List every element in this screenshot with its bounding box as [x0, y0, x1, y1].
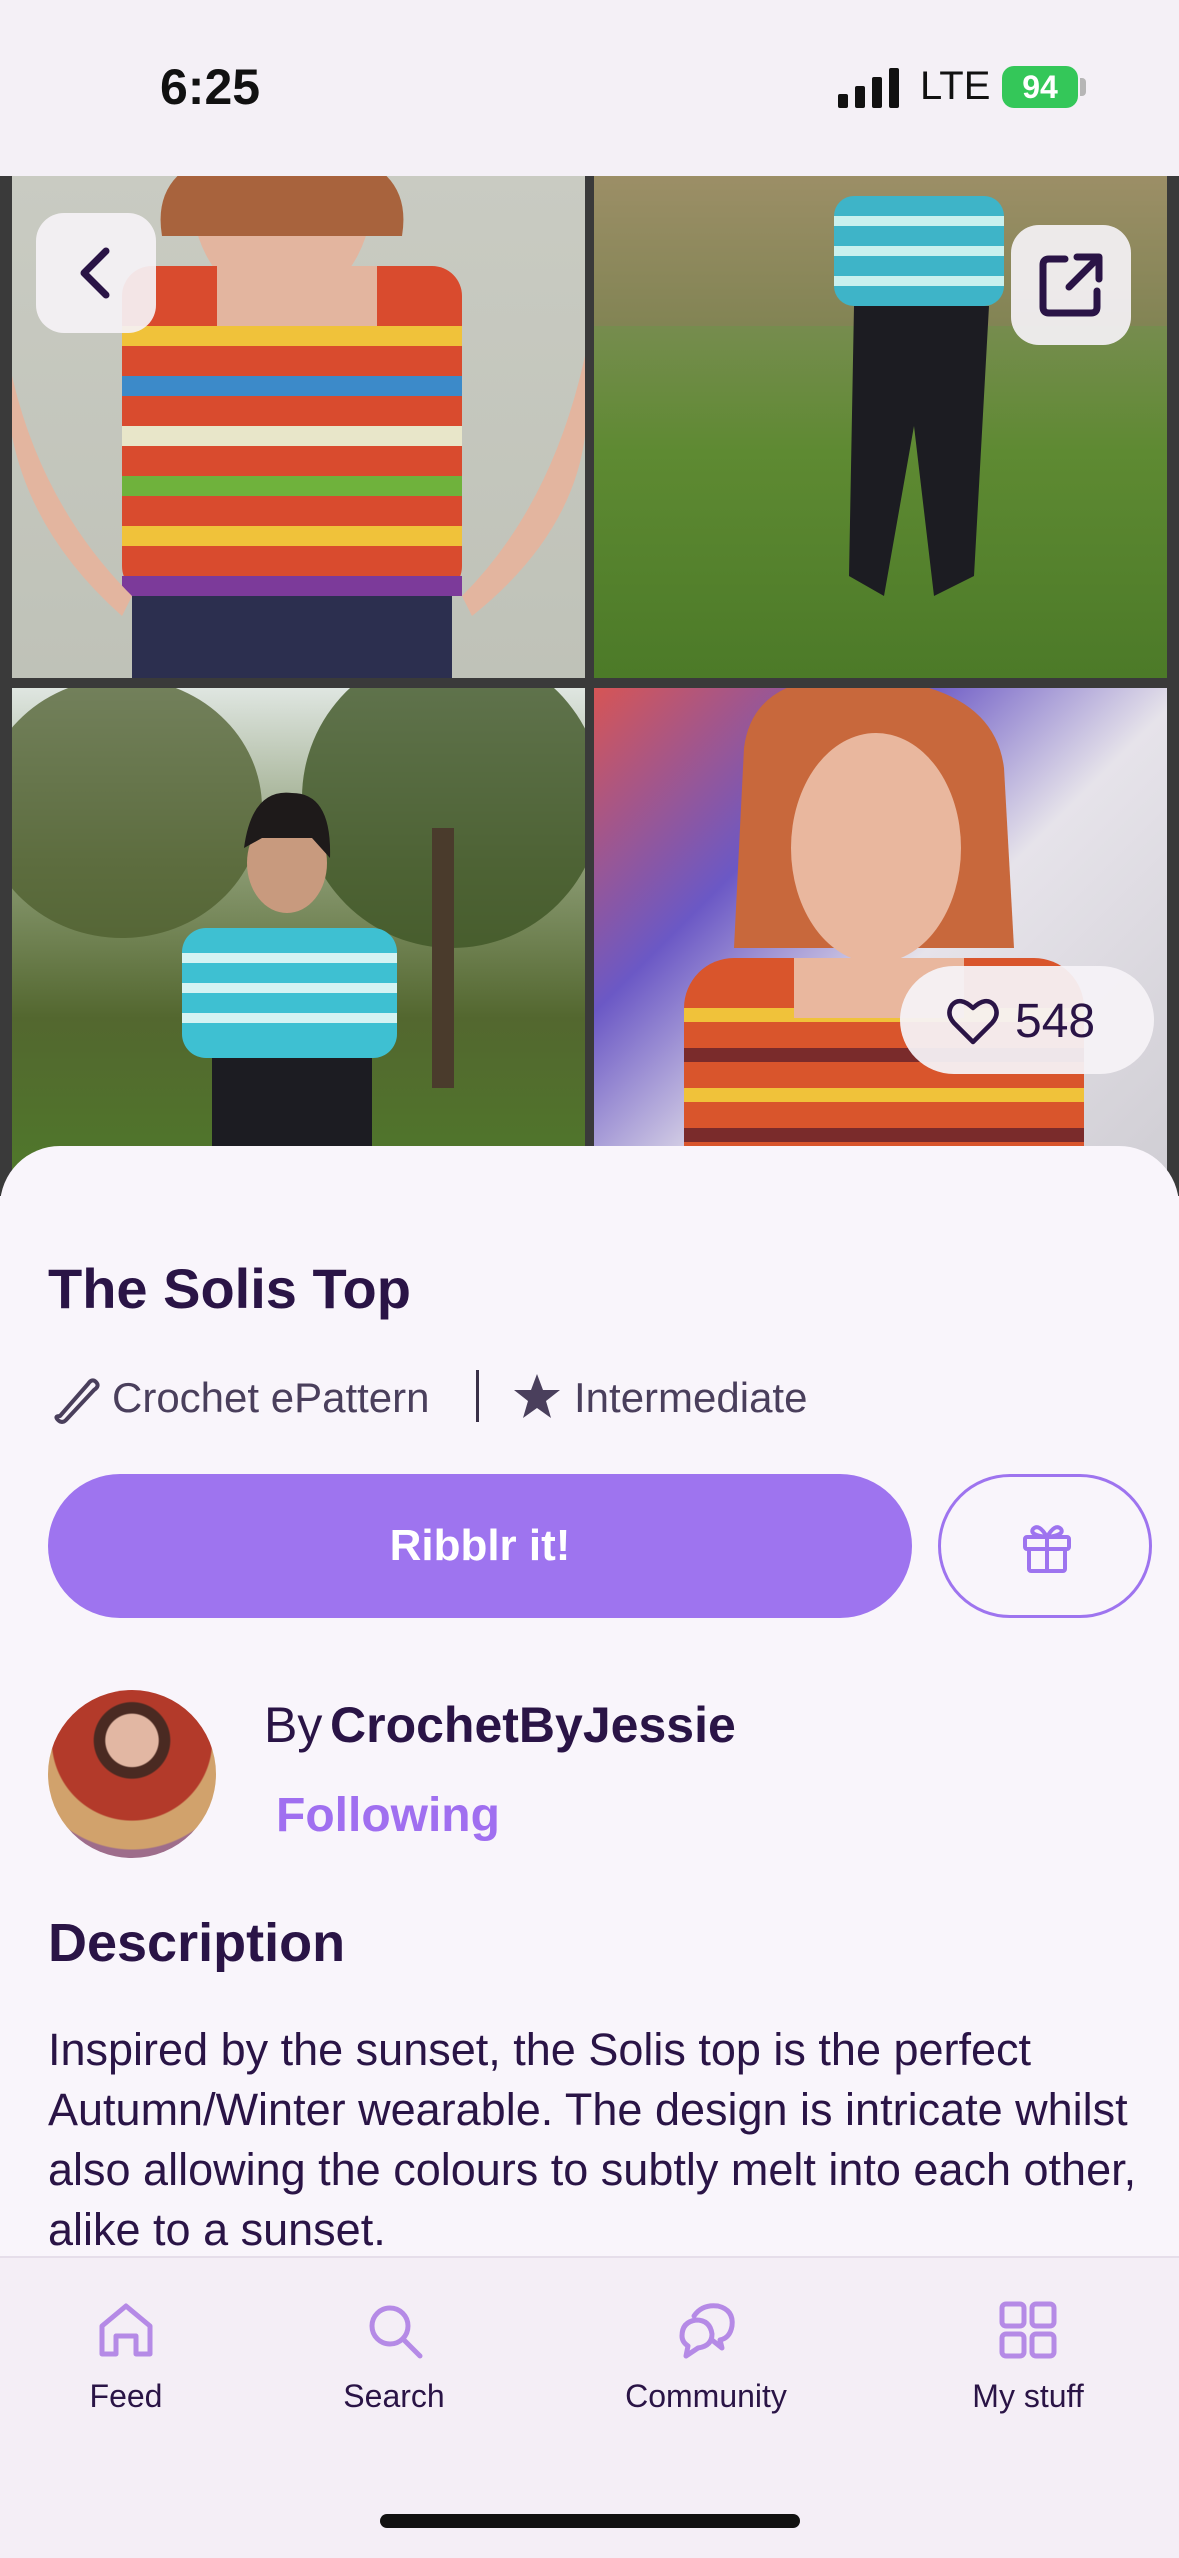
pattern-title: The Solis Top [48, 1257, 411, 1320]
tab-label: Feed [89, 2378, 163, 2414]
gallery-photo-4 [594, 688, 1167, 1196]
ribblr-it-button[interactable]: Ribblr it! [48, 1474, 912, 1618]
gallery-photo-3 [12, 688, 585, 1196]
status-bar: 6:25 LTE 94 [0, 0, 1179, 176]
chat-bubbles-icon [679, 2303, 735, 2359]
share-icon [1039, 253, 1103, 317]
designer-avatar[interactable] [48, 1690, 216, 1858]
tab-search[interactable]: Search [284, 2296, 504, 2436]
following-button[interactable]: Following [276, 1788, 500, 1843]
back-button[interactable] [36, 213, 156, 333]
description-heading: Description [48, 1913, 346, 1973]
tab-label: Community [625, 2378, 787, 2414]
likes-count: 548 [1015, 995, 1096, 1048]
grid-icon [999, 2301, 1057, 2359]
meta-divider [476, 1370, 479, 1422]
tab-community[interactable]: Community [596, 2296, 816, 2436]
status-time: 6:25 [160, 59, 261, 115]
pattern-type: Crochet ePattern [112, 1374, 430, 1421]
network-type: LTE [920, 64, 991, 108]
pattern-difficulty: Intermediate [574, 1374, 808, 1421]
gift-icon [1023, 1525, 1071, 1573]
by-label: By [264, 1697, 323, 1753]
search-icon [369, 2305, 423, 2359]
tab-my-stuff[interactable]: My stuff [918, 2296, 1138, 2436]
battery-tip [1080, 78, 1086, 96]
star-icon [514, 1374, 560, 1418]
description-text: Inspired by the sunset, the Solis top is… [48, 2024, 1137, 2255]
share-button[interactable] [1011, 225, 1131, 345]
heart-icon [947, 998, 999, 1045]
gift-button[interactable] [938, 1474, 1152, 1618]
like-button[interactable]: 548 [900, 966, 1154, 1074]
home-indicator[interactable] [380, 2514, 800, 2528]
designer-name[interactable]: CrochetByJessie [330, 1696, 736, 1754]
tab-feed[interactable]: Feed [16, 2296, 236, 2436]
battery-icon: 94 [1002, 66, 1078, 108]
crochet-hook-icon [54, 1378, 100, 1424]
home-icon [99, 2303, 153, 2357]
chevron-left-icon [80, 247, 110, 299]
tab-label: Search [343, 2378, 445, 2414]
signal-icon [838, 68, 899, 108]
battery-level: 94 [1022, 69, 1058, 105]
tab-label: My stuff [972, 2378, 1084, 2414]
